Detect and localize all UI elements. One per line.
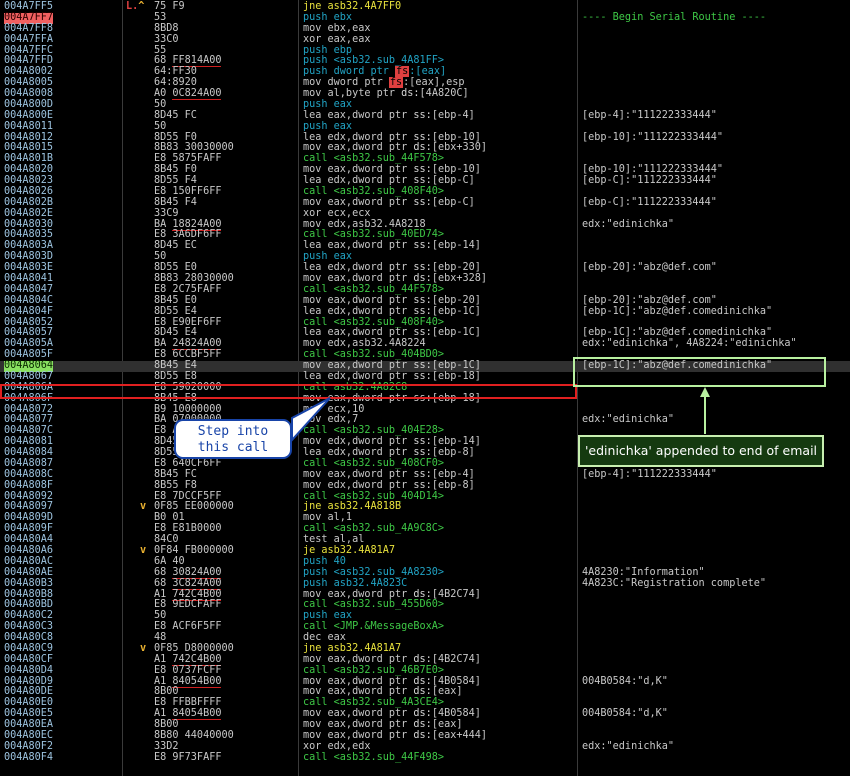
row-comment: [ebp-20]:"abz@def.com" [582,262,717,274]
disasm-row[interactable]: 004A7FF8 8BD8 mov ebx,eax [0,22,850,35]
row-bytes: 8D55 E4 [154,305,197,317]
row-instruction: call <asb32.sub_44F498> [303,751,445,763]
row-instruction: mov edx,dword ptr ss:[ebp-8] [303,479,475,491]
row-comment: [ebp-C]:"111222333444" [582,196,717,208]
disasm-row[interactable]: 004A8072 B9 10000000 mov ecx,10 [0,404,850,416]
jump-arrow-icon: L.^ [126,1,145,12]
row-comment: ---- Begin Serial Routine ---- [582,11,767,23]
row-address: 004A804C [4,294,54,306]
row-bytes: 8B45 E8 [154,392,197,404]
row-instruction: mov eax,dword ptr ss:[ebp-20] [303,294,481,306]
row-bytes: E8 0737FCFF [154,664,222,676]
disasm-row[interactable]: 004A804F 8D55 E4 lea edx,dword ptr ss:[ebp… [0,305,850,318]
row-comment: 4A8230:"Information" [582,566,705,578]
row-instruction: push asb32.4A823C [303,577,408,589]
jump-arrow-icon: v [140,642,147,654]
row-comment: [ebp-1C]:"abz@def.comedinichka" [582,360,773,372]
row-bytes: 33C0 [154,33,179,45]
disasm-row[interactable]: 004A80C3 E8 ACF6F5FF call <JMP.&MessageBox… [0,621,850,633]
row-address: 004A808F [4,479,54,491]
disasm-row[interactable]: 004A8097 v 0F85 EE000000 jne asb32.4A818B [0,502,850,513]
disasm-row[interactable]: 004A8067 8D55 E8 lea edx,dword ptr ss:[ebp… [0,371,850,383]
row-comment: edx:"edinichka" [582,740,675,752]
disasm-row[interactable]: 004A80A6 v 0F84 FB000000 je asb32.4A81A7 [0,545,850,557]
jump-arrow-icon: v [140,501,147,513]
disasm-row[interactable]: 004A803A 8D45 EC lea eax,dword ptr ss:[ebp… [0,240,850,252]
row-instruction: lea edx,dword ptr ss:[ebp-1C] [303,305,481,317]
row-comment: 004B0584:"d,K" [582,675,668,687]
jump-arrow-icon: v [140,545,147,556]
disasm-row[interactable]: 004A80A4 84C0 test al,al [0,534,850,546]
disasm-row[interactable]: 004A808F 8B55 F8 mov edx,dword ptr ss:[ebp… [0,479,850,492]
row-instruction: mov ebx,eax [303,22,371,34]
row-address: 004A80D4 [4,664,54,676]
row-instruction: push eax [303,120,353,132]
row-address: 004A80B3 [4,577,54,589]
row-comment: [ebp-C]:"111222333444" [582,175,717,187]
row-address: 004A7FFA [4,33,54,45]
disasm-row[interactable]: 004A80AE 68 30824A00 push <asb32.sub_4A823… [0,566,850,579]
disasm-row[interactable]: 004A80EC 8B80 44040000 mov eax,dword ptr d… [0,730,850,742]
disasm-row[interactable]: 004A802B 8B45 F4 mov eax,dword ptr ss:[ebp… [0,196,850,209]
row-address: 004A80F4 [4,751,54,763]
row-comment: edx:"edinichka" [582,414,675,426]
disasm-row[interactable]: 004A80F4 E8 9F73FAFF call <asb32.sub_44F49… [0,751,850,764]
row-comment: [ebp-20]:"abz@def.com" [582,294,717,306]
row-comment: [ebp-4]:"111222333444" [582,109,717,121]
disasm-row[interactable]: 004A80C8 48 dec eax [0,632,850,644]
row-address: 004A806F [4,392,54,404]
row-address: 004A802E [4,207,54,219]
row-address: 004A80AE [4,566,54,578]
row-address: 004A7FF8 [4,22,54,34]
row-bytes: E8 9F73FAFF [154,751,222,763]
row-comment: edx:"edinichka" [582,218,675,230]
row-address: 004A8011 [4,120,54,132]
disassembly-view[interactable]: 004A7FF5 L.^ 75 F9 jne asb32.4A7FF0 004A7FF7… [0,0,850,776]
row-bytes: 68 30824A00 [154,566,222,579]
row-bytes: 68 3C824A00 [154,577,222,590]
disasm-row[interactable]: 004A809F E8 E81B0000 call <asb32.sub_4A9C8… [0,523,850,535]
row-comment: edx:"edinichka", 4A8224:"edinichka" [582,338,797,350]
row-bytes: 8B45 E0 [154,294,197,306]
row-comment: [ebp-1C]:"abz@def.comedinichka" [582,305,773,317]
row-comment: [ebp-10]:"111222333444" [582,131,724,143]
disasm-row[interactable]: 004A80BD E8 9EDCFAFF call <asb32.sub_455D6… [0,600,850,611]
disasm-row[interactable]: 004A7FF7 53 push ebx ---- Begin Serial Rout… [0,11,850,24]
disasm-row[interactable]: 004A800E 8D45 FC lea eax,dword ptr ss:[ebp… [0,109,850,122]
row-instruction: push <asb32.sub_4A8230> [303,566,445,578]
row-bytes: 8B55 F8 [154,479,197,491]
disasm-row[interactable]: 004A8092 E8 7DCCF5FF call <asb32.sub_404D1… [0,491,850,503]
disasm-row[interactable]: 004A7FFA 33C0 xor eax,eax [0,33,850,46]
row-instruction: xor eax,eax [303,33,371,45]
disasm-row[interactable]: 004A806F 8B45 E8 mov eax,dword ptr ss:[ebp… [0,392,850,405]
step-into-callout: Step into this call [174,419,292,459]
row-bytes: 50 [154,120,167,132]
row-bytes: 8BD8 [154,22,179,34]
row-instruction: mov eax,dword ptr ss:[ebp-18] [303,392,481,404]
row-bytes: 33C9 [154,207,179,219]
row-comment: 004B0584:"d,K" [582,708,668,720]
disasm-row[interactable]: 004A8008 A0 0C824A00 mov al,byte ptr ds:[4… [0,88,850,101]
append-note: 'edinichka' appended to end of email [578,435,824,467]
row-comment: 4A823C:"Registration complete" [582,577,767,589]
disasm-row[interactable]: 004A802E 33C9 xor ecx,ecx [0,207,850,220]
row-address: 004A804F [4,305,54,317]
row-comment: [ebp-4]:"111222333444" [582,468,717,480]
row-instruction: xor ecx,ecx [303,207,371,219]
